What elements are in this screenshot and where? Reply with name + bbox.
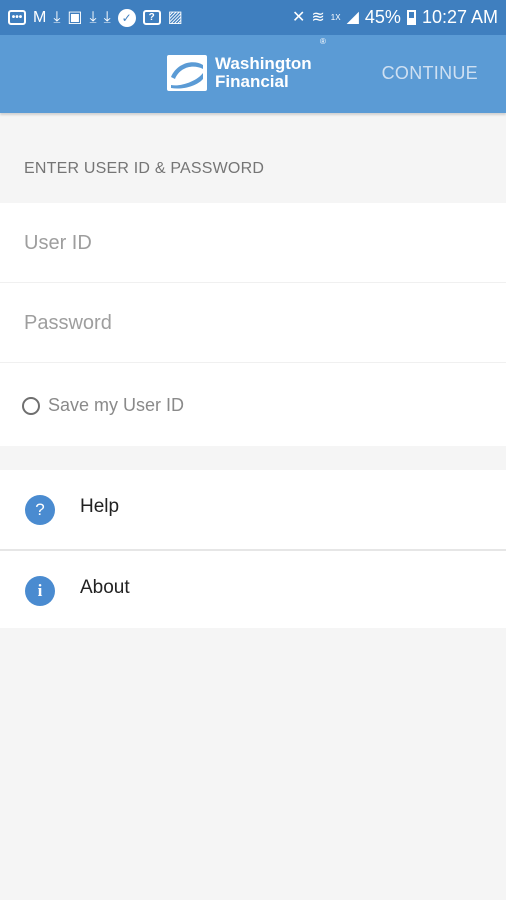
check-icon: ✓	[117, 8, 136, 27]
login-section-title: ENTER USER ID & PASSWORD	[24, 160, 265, 177]
menu-item-about[interactable]: i About	[0, 549, 506, 628]
wifi-icon: ≋	[311, 8, 325, 26]
password-field-row	[0, 283, 506, 363]
image-icon: ▨	[167, 8, 183, 26]
menu-item-label: About	[80, 577, 130, 598]
help-icon: ?	[25, 495, 55, 525]
clock: 10:27 AM	[421, 7, 498, 27]
system-icons: ✕ ≋ 1X ◢ 45% 10:27 AM	[292, 7, 498, 28]
download-icon: ⤓	[53, 8, 61, 26]
save-user-id-option[interactable]: Save my User ID	[22, 395, 184, 416]
download-icon: ⤓	[103, 8, 111, 26]
network-badge: 1X	[330, 12, 341, 22]
save-icon: ▣	[67, 8, 83, 26]
question-icon: ?	[142, 10, 161, 25]
continue-button[interactable]: CONTINUE	[382, 63, 478, 84]
signal-icon: ◢	[346, 8, 359, 26]
info-icon: i	[25, 576, 55, 606]
logo-line-2: Financial	[215, 72, 289, 91]
mute-icon: ✕	[291, 8, 306, 26]
password-input[interactable]	[24, 307, 484, 339]
logo-trademark: ®	[320, 37, 326, 46]
menu-item-label: Help	[80, 496, 120, 517]
save-user-id-label: Save my User ID	[48, 395, 185, 415]
logo-mark-icon	[167, 55, 207, 91]
login-form: Save my User ID	[0, 203, 506, 446]
battery-percent: 45%	[364, 7, 401, 27]
menu-item-help[interactable]: ? Help	[0, 470, 506, 549]
logo-line-1: Washington	[215, 54, 312, 73]
user-id-input[interactable]	[24, 227, 484, 259]
status-bar: ••• M ⤓ ▣ ⤓ ⤓ ✓ ? ▨ ✕ ≋ 1X ◢ 45% 10:27 A…	[0, 0, 506, 35]
menu-list: ? Help i About	[0, 470, 506, 628]
washington-financial-logo: Washington Financial	[167, 55, 312, 91]
logo-text: Washington Financial	[215, 55, 312, 91]
battery-icon	[406, 10, 416, 25]
save-user-id-radio[interactable]	[22, 396, 40, 415]
messages-icon: •••	[8, 10, 26, 25]
app-bar: Washington Financial ® CONTINUE	[0, 35, 506, 113]
notification-icons: ••• M ⤓ ▣ ⤓ ⤓ ✓ ? ▨	[8, 8, 292, 27]
download-icon: ⤓	[89, 8, 97, 26]
user-id-field-row	[0, 203, 506, 283]
gmail-icon: M	[33, 8, 47, 26]
